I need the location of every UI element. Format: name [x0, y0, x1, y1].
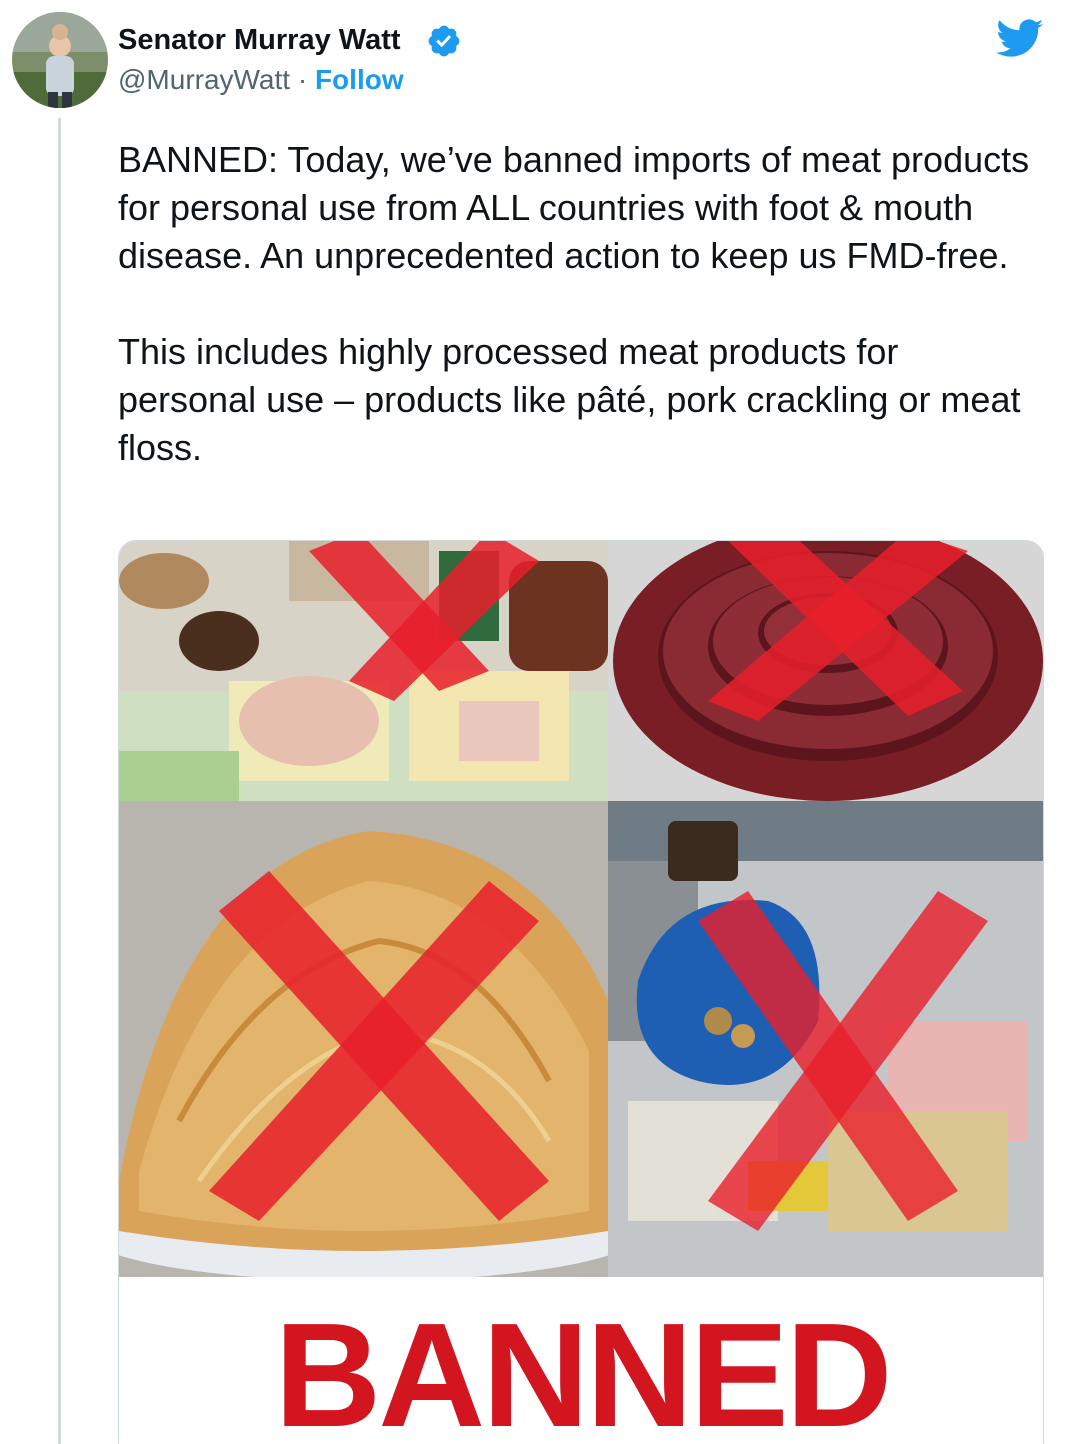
tweet-media-image[interactable]: BANNED [118, 540, 1044, 1444]
thread-line [58, 118, 61, 1444]
separator: · [297, 64, 308, 95]
tweet-text: BANNED: Today, we’ve banned imports of m… [118, 136, 1038, 472]
photo-assorted-goods [608, 801, 1043, 1277]
tweet-paragraph-2: This includes highly processed meat prod… [118, 331, 1021, 468]
twitter-bird-icon[interactable] [996, 18, 1044, 60]
verified-badge-icon [426, 23, 462, 59]
handle-line: @MurrayWatt · Follow [118, 64, 404, 96]
avatar[interactable] [12, 12, 108, 108]
follow-button[interactable]: Follow [315, 64, 404, 95]
photo-packaged-meats [119, 541, 608, 801]
author-handle[interactable]: @MurrayWatt [118, 64, 290, 95]
tweet-paragraph-1: BANNED: Today, we’ve banned imports of m… [118, 139, 1030, 276]
photo-meat-floss [119, 801, 608, 1277]
banned-banner-text: BANNED [274, 1293, 892, 1444]
author-name[interactable]: Senator Murray Watt [118, 24, 401, 57]
photo-sausage [608, 541, 1043, 801]
